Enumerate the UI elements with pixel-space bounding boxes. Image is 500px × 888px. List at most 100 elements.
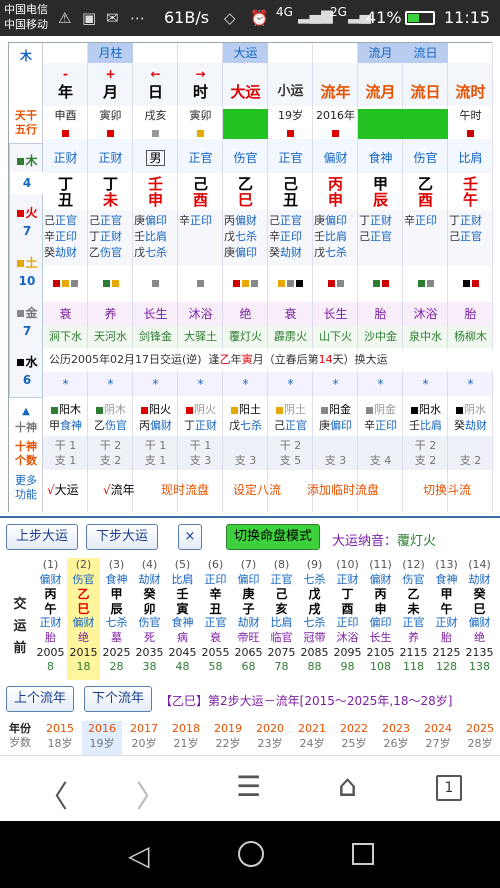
liunian-year[interactable]: 2021 24岁 [292, 721, 332, 755]
element-fire[interactable]: 火 [10, 204, 44, 221]
element-squares [403, 273, 448, 293]
ten-god: 七杀 [240, 419, 262, 432]
liunian-year[interactable]: 2018 21岁 [166, 721, 206, 755]
liunian-year[interactable]: 2019 22岁 [208, 721, 248, 755]
system-home-icon[interactable] [238, 841, 264, 867]
dayun-item[interactable]: (4) 劫财 癸 卯 伤官 死 2035 38 [133, 558, 166, 680]
menu-icon[interactable]: ☰ [236, 770, 261, 803]
set-eight-link[interactable]: 设定八流 [233, 480, 281, 500]
current-chart-link[interactable]: 现时流盘 [161, 480, 209, 500]
next-liunian-button[interactable]: 下个流年 [84, 686, 152, 712]
ten-god: 偏财 [150, 419, 172, 432]
dayun-item[interactable]: (10) 正财 丁 酉 正印 沐浴 2095 98 [331, 558, 364, 680]
column-title[interactable]: 月 [88, 81, 133, 103]
dayun-toggle[interactable]: √大运 [47, 480, 79, 500]
liunian-year[interactable]: 2022 25岁 [334, 721, 374, 755]
column-title[interactable]: 日 [133, 81, 178, 103]
add-temp-chart-link[interactable]: 添加临时流盘 [307, 480, 379, 500]
earthly-branch: 丑 [57, 192, 73, 208]
liunian-toggle[interactable]: √流年 [103, 480, 135, 500]
branch-count: 支 5 [279, 454, 302, 467]
tabs-icon[interactable]: 1 [436, 775, 462, 801]
next-dayun-button[interactable]: 下步大运 [86, 524, 158, 550]
dayun-item[interactable]: (7) 偏印 庚 子 劫财 帝旺 2065 68 [232, 558, 265, 680]
home-icon[interactable]: ⌂ [338, 769, 357, 804]
column-title[interactable]: 年 [43, 81, 88, 103]
highlight-cell [358, 109, 403, 139]
column-title[interactable]: 流年 [313, 81, 358, 103]
system-back-icon[interactable]: ◁ [128, 839, 150, 872]
back-icon[interactable]: 〈 [38, 772, 68, 816]
liunian-year[interactable]: 2020 23岁 [250, 721, 290, 755]
dayun-item[interactable]: (11) 偏财 丙 申 偏印 长生 2105 108 [364, 558, 397, 680]
column-title[interactable]: 小运 [268, 81, 313, 103]
earthly-branch: 酉 [192, 192, 208, 208]
hidden-stem: 丁正财 [449, 214, 482, 227]
liunian-year[interactable]: 2023 26岁 [376, 721, 416, 755]
changsheng: 沐浴 [413, 307, 438, 321]
dayun-panel: 上步大运 下步大运 × 切换命盘模式 大运纳音：覆灯火 交运前 (1) 偏财 丙… [0, 516, 500, 755]
element-wood[interactable]: 木 [10, 152, 44, 169]
dayun-item[interactable]: (2) 伤官 乙 巳 偏财 绝 2015 18 [67, 558, 100, 680]
dayun-item[interactable]: (14) 劫财 癸 巳 偏财 绝 2135 138 [463, 558, 496, 680]
switch-dou-link[interactable]: 切换斗流 [423, 480, 471, 500]
column-title[interactable]: 流日 [403, 81, 448, 103]
dayun-item[interactable]: (3) 食神 甲 辰 七杀 墓 2025 28 [100, 558, 133, 680]
hidden-stem: 辛正印 [179, 214, 212, 227]
kongwang: 寅卯 [99, 109, 122, 122]
ten-god: 食神 [60, 419, 82, 432]
liunian-year[interactable]: 2024 27岁 [418, 721, 458, 755]
dayun-item[interactable]: (13) 食神 甲 午 正财 胎 2125 128 [430, 558, 463, 680]
carrier-2: 中国移动 [4, 18, 48, 31]
liunian-year[interactable]: 2025 28岁 [460, 721, 500, 755]
changsheng: 养 [104, 307, 117, 321]
more-functions[interactable]: 更多 功能 [9, 474, 43, 502]
element-yinyang: 阴木 [104, 403, 126, 416]
nayin: 杨柳木 [454, 330, 487, 343]
kongwang: 戌亥 [144, 109, 167, 122]
liunian-year[interactable]: 2016 19岁 [82, 721, 122, 755]
element-squares [313, 273, 358, 293]
element-yinyang: 阳水 [419, 403, 441, 416]
star-icon: * [287, 377, 294, 391]
liunian-year[interactable]: 2017 20岁 [124, 721, 164, 755]
earthly-branch: 申 [327, 192, 343, 208]
pillar-column: 流时 午时 比肩 壬 午 丁正财 己正官 胎 杨柳木 * 阴水 癸劫财 支 2 [448, 43, 493, 513]
dayun-item[interactable]: (6) 正印 辛 丑 正官 衰 2055 58 [199, 558, 232, 680]
hidden-stem: 辛正印 [44, 230, 77, 243]
hidden-stem: 戊七杀 [314, 246, 347, 259]
dayun-item[interactable]: (8) 正官 己 亥 比肩 临官 2075 78 [265, 558, 298, 680]
element-earth[interactable]: 土 [10, 254, 44, 271]
shishen-stem: 食神 [368, 151, 393, 165]
column-title[interactable]: 大运 [223, 81, 268, 103]
earthly-branch: 午 [462, 192, 478, 208]
element-squares [88, 273, 133, 293]
ten-god: 伤官 [105, 419, 127, 432]
column-title[interactable]: 流时 [448, 81, 493, 103]
pillar-column: 流年 2016年 偏财 丙 申 庚偏印 壬比肩 戊七杀 长生 山下火 * 阳金 庚偏… [313, 43, 358, 513]
prev-dayun-button[interactable]: 上步大运 [6, 524, 78, 550]
column-sign: → [195, 67, 206, 81]
dayun-item[interactable]: (5) 比肩 壬 寅 食神 病 2045 48 [166, 558, 199, 680]
dayun-item[interactable]: (1) 偏财 丙 午 正财 胎 2005 8 [34, 558, 67, 680]
up-arrow-icon[interactable]: ▲ [9, 406, 43, 417]
element-metal[interactable]: 金 [10, 304, 44, 321]
dayun-item[interactable]: (12) 伤官 乙 未 正官 养 2115 118 [397, 558, 430, 680]
prev-liunian-button[interactable]: 上个流年 [6, 686, 74, 712]
hidden-stem: 己正官 [449, 230, 482, 243]
element-water[interactable]: 水 [10, 353, 44, 370]
liunian-year[interactable]: 2015 18岁 [40, 721, 80, 755]
column-title[interactable]: 流月 [358, 81, 403, 103]
column-title[interactable]: 时 [178, 81, 223, 103]
stem-count: 干 1 [54, 439, 77, 452]
switch-mode-button[interactable]: 切换命盘模式 [226, 524, 320, 550]
dayun-item[interactable]: (9) 七杀 戊 戌 七杀 冠带 2085 88 [298, 558, 331, 680]
battery-percent: 41% [366, 8, 402, 27]
system-recent-icon[interactable] [352, 843, 374, 865]
element-squares [133, 273, 178, 293]
stem-count [223, 439, 268, 453]
star-icon: * [242, 377, 249, 391]
close-button[interactable]: × [178, 524, 202, 550]
forward-icon[interactable]: 〉 [136, 772, 166, 816]
system-nav-bar: ◁ [0, 821, 500, 888]
